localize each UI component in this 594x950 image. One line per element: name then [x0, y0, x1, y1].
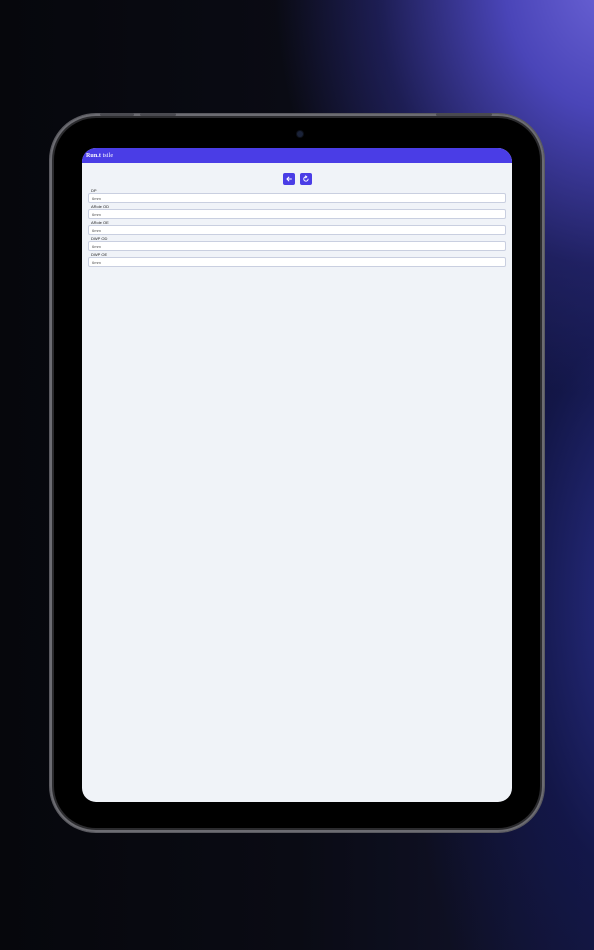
- dwp-od-input[interactable]: 6mm: [88, 241, 506, 251]
- dp-input[interactable]: 6mm: [88, 193, 506, 203]
- arole-oe-input[interactable]: 6mm: [88, 225, 506, 235]
- dwp-oe-input[interactable]: 6mm: [88, 257, 506, 267]
- app-title-bold: Run.t: [86, 152, 102, 159]
- field-arole-od: ARole OD 6mm: [88, 204, 506, 219]
- app-screen: Run.t tsile DP 6mm ARole OD 6mm ARole OE…: [82, 148, 512, 802]
- field-dwp-oe: DWP OE 6mm: [88, 252, 506, 267]
- volume-button-2: [140, 113, 176, 116]
- arrow-left-icon: [285, 176, 292, 182]
- volume-button: [100, 113, 134, 116]
- power-button: [436, 113, 492, 116]
- arole-od-input[interactable]: 6mm: [88, 209, 506, 219]
- camera-icon: [297, 131, 303, 137]
- app-header: Run.t tsile: [82, 148, 512, 163]
- toolbar: [82, 173, 512, 185]
- field-dp: DP 6mm: [88, 188, 506, 203]
- back-button[interactable]: [282, 173, 295, 185]
- app-title: Run.t tsile: [86, 153, 113, 159]
- refresh-button[interactable]: [299, 173, 312, 185]
- refresh-icon: [302, 175, 309, 182]
- field-dwp-od: DWP OD 6mm: [88, 236, 506, 251]
- app-title-rest: tsile: [102, 152, 114, 159]
- field-arole-oe: ARole OE 6mm: [88, 220, 506, 235]
- form-fields: DP 6mm ARole OD 6mm ARole OE 6mm DWP OD …: [88, 188, 506, 267]
